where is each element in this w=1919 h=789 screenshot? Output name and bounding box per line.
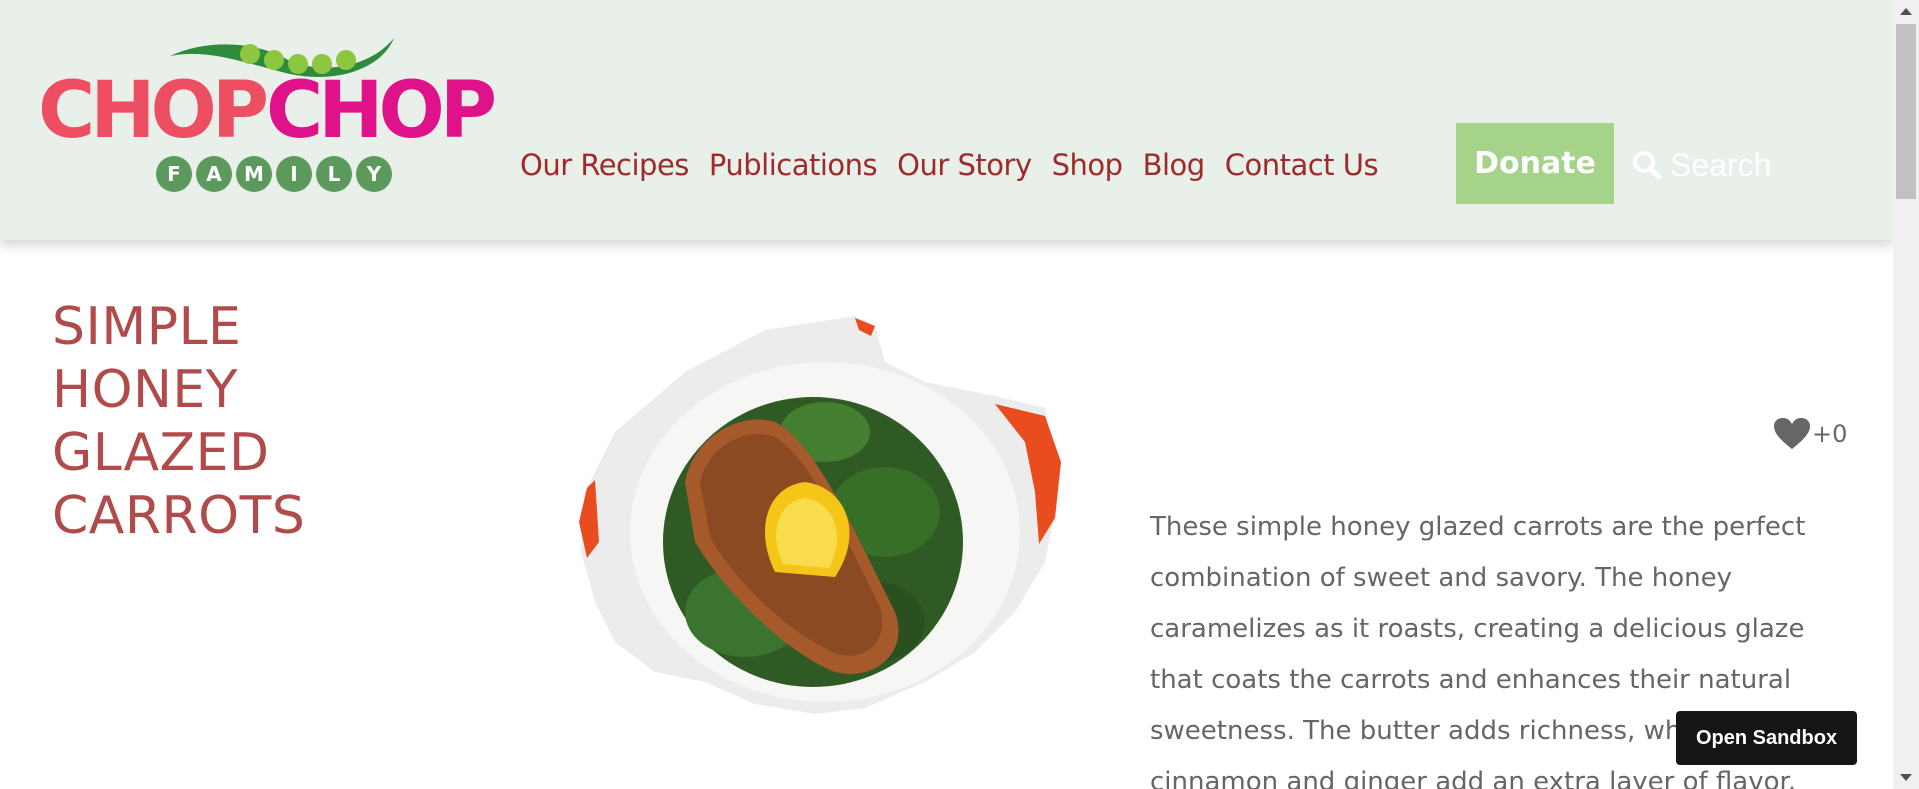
scroll-up-arrow-icon[interactable] — [1900, 8, 1912, 15]
logo-family-letter: Y — [356, 156, 392, 192]
page: CHOP CHOP F A M I L Y Our Recipes Public… — [0, 0, 1919, 789]
logo-family-letter: A — [196, 156, 232, 192]
search-box[interactable] — [1632, 140, 1802, 190]
donate-button[interactable]: Donate — [1456, 123, 1614, 204]
logo-chop-left: CHOP — [38, 66, 269, 156]
logo-family: F A M I L Y — [156, 156, 392, 192]
nav-our-story[interactable]: Our Story — [897, 148, 1032, 182]
logo-family-letter: L — [316, 156, 352, 192]
main-nav: Our Recipes Publications Our Story Shop … — [520, 148, 1379, 182]
recipe-title: Simple Honey Glazed Carrots — [52, 297, 306, 546]
logo-family-letter: M — [236, 156, 272, 192]
open-sandbox-button[interactable]: Open Sandbox — [1676, 711, 1857, 765]
page-scrollbar[interactable] — [1893, 0, 1919, 789]
logo-family-letter: I — [276, 156, 312, 192]
chopchop-family-logo[interactable]: CHOP CHOP F A M I L Y — [38, 34, 508, 194]
site-header: CHOP CHOP F A M I L Y Our Recipes Public… — [0, 0, 1893, 240]
nav-blog[interactable]: Blog — [1143, 148, 1206, 182]
logo-chop-right: CHOP — [266, 66, 497, 156]
heart-icon[interactable] — [1774, 418, 1810, 450]
nav-shop[interactable]: Shop — [1052, 148, 1123, 182]
recipe-photo — [579, 316, 1061, 714]
scroll-down-arrow-icon[interactable] — [1900, 774, 1912, 781]
nav-our-recipes[interactable]: Our Recipes — [520, 148, 689, 182]
search-input[interactable] — [1670, 146, 1790, 184]
like-widget[interactable]: +0 — [1774, 418, 1847, 450]
search-icon[interactable] — [1632, 150, 1662, 180]
scroll-thumb[interactable] — [1896, 24, 1916, 199]
nav-contact-us[interactable]: Contact Us — [1225, 148, 1379, 182]
logo-family-letter: F — [156, 156, 192, 192]
nav-publications[interactable]: Publications — [709, 148, 878, 182]
like-count: +0 — [1812, 420, 1848, 448]
